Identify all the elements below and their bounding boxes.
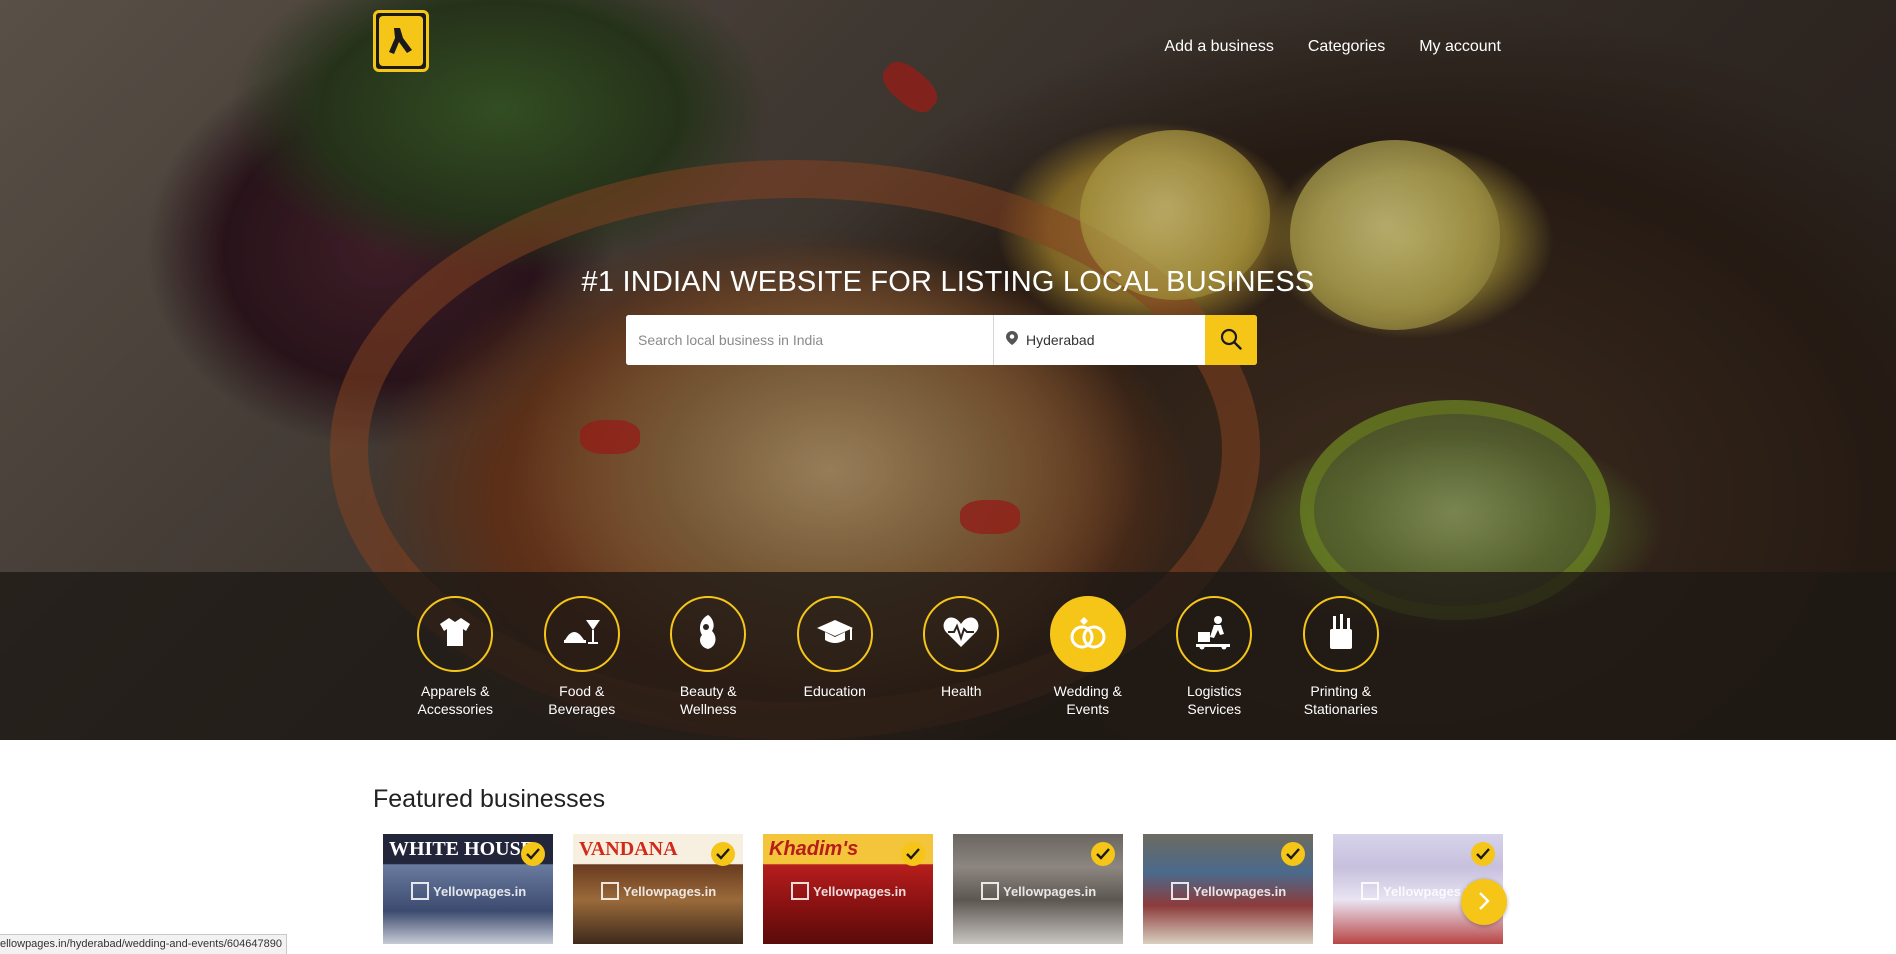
- featured-card[interactable]: VANDANA Yellowpages.in: [573, 834, 743, 944]
- location-field[interactable]: [994, 315, 1205, 365]
- watermark-text: Yellowpages.in: [623, 883, 717, 899]
- category-education[interactable]: Education: [772, 596, 899, 718]
- featured-card[interactable]: WHITE HOUSE Yellowpages.in: [383, 834, 553, 944]
- search-input[interactable]: [626, 315, 994, 365]
- card-watermark: Yellowpages.in: [1361, 882, 1476, 900]
- featured-card[interactable]: Khadim's Yellowpages.in: [763, 834, 933, 944]
- featured-card[interactable]: Yellowpages.in: [1143, 834, 1313, 944]
- verified-check-icon: [711, 842, 735, 866]
- category-logistics[interactable]: Logistics Services: [1151, 596, 1278, 718]
- top-navigation: Add a business Categories My account: [0, 0, 1896, 100]
- card-watermark: Yellowpages.in: [1171, 882, 1286, 900]
- category-printing[interactable]: Printing & Stationaries: [1278, 596, 1405, 718]
- verified-check-icon: [1281, 842, 1305, 866]
- category-label: Apparels & Accessories: [417, 683, 493, 717]
- category-icon-circle: [1302, 596, 1379, 672]
- category-label: Logistics Services: [1187, 683, 1242, 717]
- chevron-right-icon: [1477, 891, 1491, 914]
- card-watermark: Yellowpages.in: [601, 882, 716, 900]
- watermark-logo-icon: [791, 882, 809, 900]
- search-button[interactable]: [1205, 315, 1257, 365]
- status-bar-url: ellowpages.in/hyderabad/wedding-and-even…: [0, 934, 287, 954]
- featured-carousel: WHITE HOUSE Yellowpages.in VANDANA Yello…: [383, 834, 1503, 944]
- featured-title: Featured businesses: [373, 785, 606, 813]
- carousel-next-button[interactable]: [1461, 879, 1507, 925]
- site-logo[interactable]: [373, 10, 429, 72]
- category-strip: Apparels & Accessories Food & Beverages …: [0, 572, 1896, 740]
- nav-links: Add a business Categories My account: [1164, 38, 1501, 56]
- category-icon-circle: [417, 596, 494, 672]
- nav-categories-link[interactable]: Categories: [1308, 38, 1385, 56]
- category-icon-circle: [1176, 596, 1253, 672]
- watermark-text: Yellowpages.in: [1193, 883, 1287, 899]
- category-beauty-wellness[interactable]: Beauty & Wellness: [645, 596, 772, 718]
- search-bar: [626, 315, 1257, 365]
- card-watermark: Yellowpages.in: [791, 882, 906, 900]
- hero-tomato-decoration: [960, 500, 1020, 534]
- yellowpages-logo-icon: [379, 16, 423, 66]
- map-pin-icon: [1006, 330, 1018, 350]
- verified-check-icon: [901, 842, 925, 866]
- watermark-logo-icon: [601, 882, 619, 900]
- beauty-icon: [690, 613, 726, 656]
- location-input[interactable]: [1026, 332, 1196, 348]
- watermark-text: Yellowpages.in: [1003, 883, 1097, 899]
- heart-pulse-icon: [942, 615, 980, 654]
- food-drink-icon: [562, 614, 602, 655]
- category-apparels[interactable]: Apparels & Accessories: [392, 596, 519, 718]
- card-watermark: Yellowpages.in: [981, 882, 1096, 900]
- verified-check-icon: [1091, 842, 1115, 866]
- category-label: Wedding & Events: [1053, 683, 1122, 717]
- verified-check-icon: [521, 842, 545, 866]
- nav-add-business-link[interactable]: Add a business: [1164, 38, 1273, 56]
- rings-icon: [1067, 613, 1109, 656]
- watermark-logo-icon: [981, 882, 999, 900]
- delivery-icon: [1194, 614, 1234, 655]
- category-icon-circle: [796, 596, 873, 672]
- search-icon: [1220, 328, 1242, 353]
- watermark-logo-icon: [1361, 882, 1379, 900]
- category-label: Food & Beverages: [548, 683, 616, 717]
- pen-holder-icon: [1324, 613, 1358, 656]
- verified-check-icon: [1471, 842, 1495, 866]
- category-health[interactable]: Health: [898, 596, 1025, 718]
- category-list: Apparels & Accessories Food & Beverages …: [392, 596, 1404, 718]
- watermark-logo-icon: [1171, 882, 1189, 900]
- category-icon-circle: [670, 596, 747, 672]
- watermark-logo-icon: [411, 882, 429, 900]
- card-watermark: Yellowpages.in: [411, 882, 526, 900]
- watermark-text: Yellowpages.in: [433, 883, 527, 899]
- category-wedding-events[interactable]: Wedding & Events: [1025, 596, 1152, 718]
- watermark-text: Yellowpages.in: [813, 883, 907, 899]
- hero-tagline: #1 INDIAN WEBSITE FOR LISTING LOCAL BUSI…: [581, 266, 1315, 298]
- category-label: Health: [941, 683, 982, 699]
- shirt-icon: [437, 614, 473, 655]
- category-icon-circle: [543, 596, 620, 672]
- nav-my-account-link[interactable]: My account: [1419, 38, 1501, 56]
- hero-tomato-decoration: [580, 420, 640, 454]
- category-label: Beauty & Wellness: [679, 683, 737, 717]
- category-food-beverages[interactable]: Food & Beverages: [519, 596, 646, 718]
- category-label: Education: [803, 683, 866, 699]
- category-icon-circle-active: [1049, 596, 1126, 672]
- graduation-cap-icon: [815, 616, 855, 653]
- hero-lemon-decoration: [1290, 140, 1500, 330]
- featured-card[interactable]: Yellowpages.in: [953, 834, 1123, 944]
- category-icon-circle: [923, 596, 1000, 672]
- category-label: Printing & Stationaries: [1303, 683, 1378, 717]
